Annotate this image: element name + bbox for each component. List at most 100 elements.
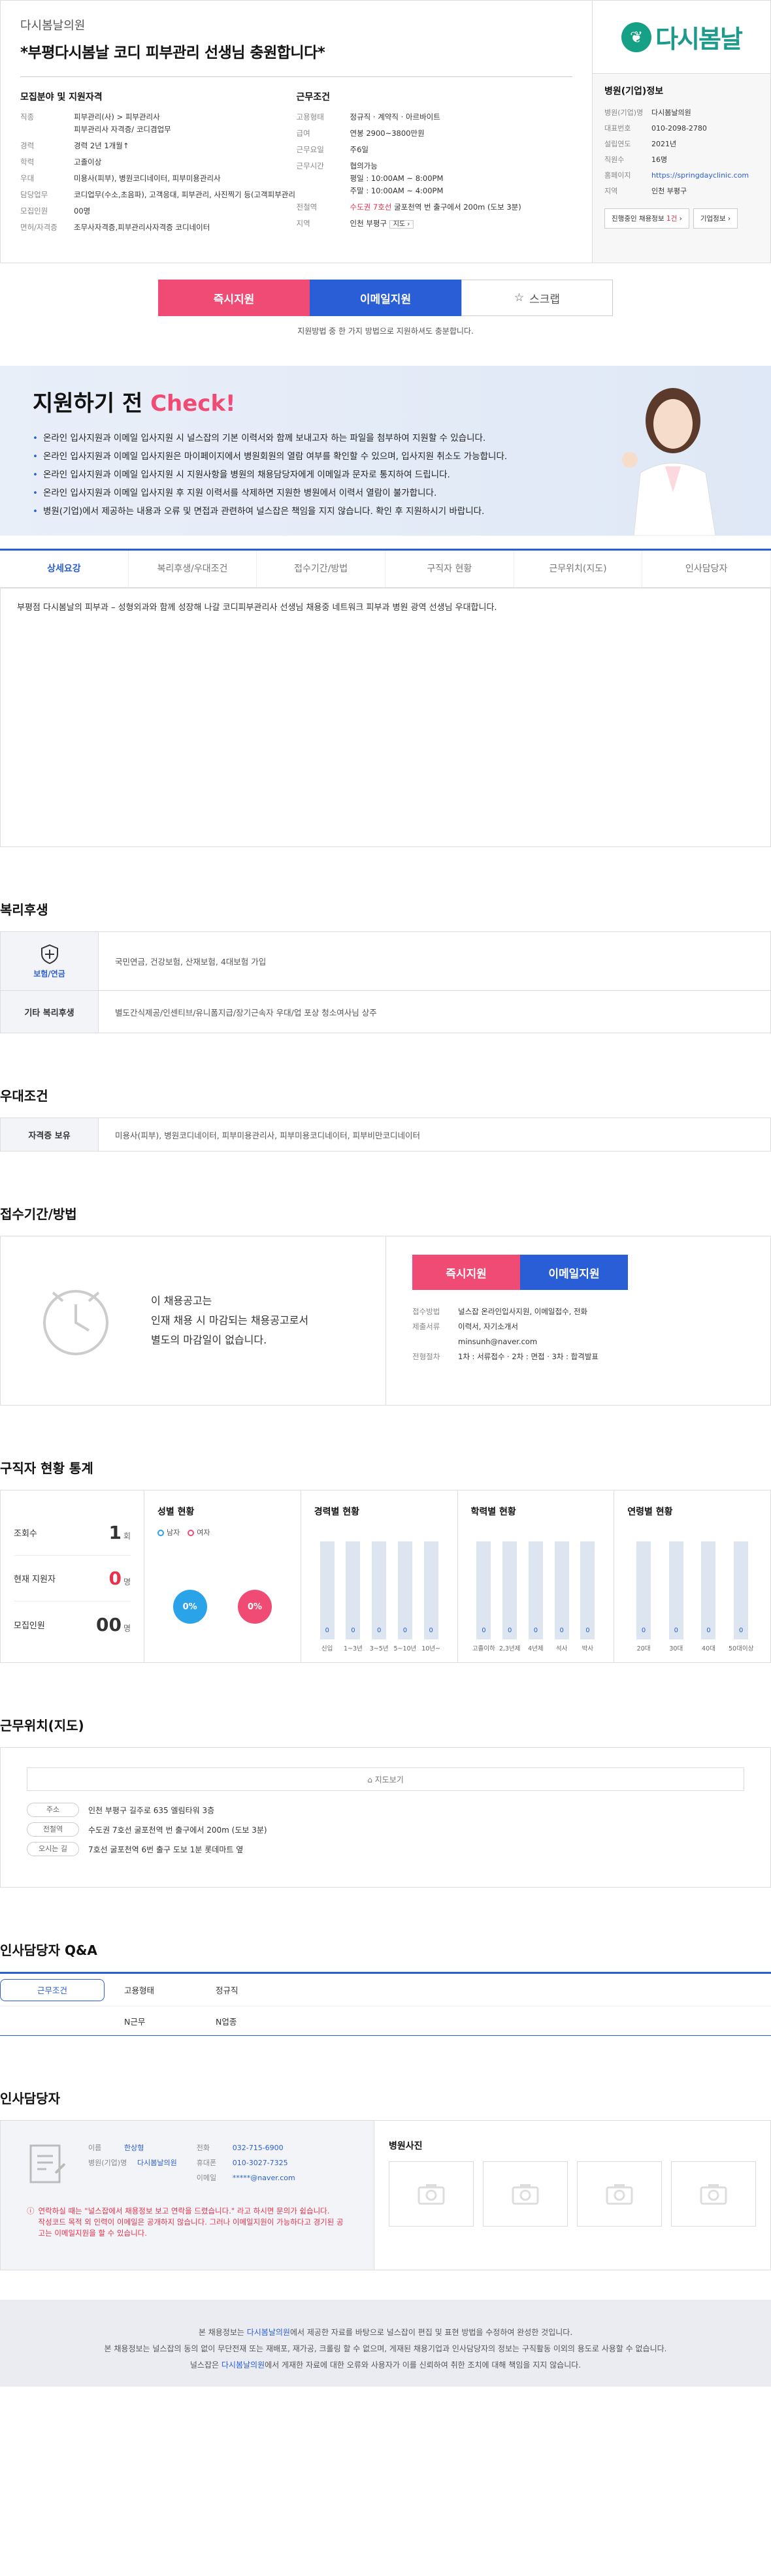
recep-text-1: 이 채용공고는 bbox=[151, 1295, 212, 1307]
scrap-button[interactable]: ☆ 스크랩 bbox=[461, 280, 613, 316]
recruit-section: 모집분야 및 지원자격 직종 피부관리(사) > 피부관리사 피부관리사 자격증/… bbox=[20, 90, 297, 238]
map-view-button[interactable]: ⌂ 지도보기 bbox=[27, 1767, 744, 1791]
work-heading: 근무조건 bbox=[296, 92, 331, 103]
footer-notice: 본 채용정보는 다시봄날의원에서 제공한 자료를 바탕으로 널스잡이 편집 및 … bbox=[0, 2300, 771, 2387]
contact-warning: ⓘ 연락하실 때는 "널스잡에서 채용정보 보고 연락을 드렸습니다." 라고 하… bbox=[27, 2206, 344, 2238]
qa-tab-work[interactable]: 근무조건 bbox=[0, 1978, 105, 2001]
stat-bar-label: 2,3년제 bbox=[499, 1645, 521, 1652]
company-row: 대표번호 010-2098-2780 bbox=[604, 121, 759, 137]
company-row: 병원(기업)명 다시봄날의원 bbox=[604, 105, 759, 121]
company-row: 직원수 16명 bbox=[604, 152, 759, 168]
recruit-value: 고졸이상 bbox=[74, 157, 102, 167]
hospital-photo[interactable] bbox=[577, 2161, 662, 2227]
area-label: 지역 bbox=[296, 219, 310, 228]
stat-bar-value: 0 bbox=[325, 1627, 329, 1634]
station-value: 굴포천역 번 출구에서 200m (도보 3분) bbox=[394, 202, 521, 212]
reception-box: 이 채용공고는 인재 채용 시 마감되는 채용공고로서 별도의 마감일이 없습니… bbox=[0, 1236, 771, 1406]
star-icon: ☆ bbox=[514, 291, 525, 304]
recep-email-apply-button[interactable]: 이메일지원 bbox=[520, 1255, 628, 1290]
edu-stats: 학력별 현황 0 고졸이하 0 2,3년제 0 4년제 0 석사 0 박사 bbox=[458, 1490, 615, 1662]
doctor-illustration bbox=[622, 388, 716, 536]
stat-bar-label: 4년제 bbox=[528, 1645, 544, 1652]
manager-box: 이름 한상형 병원(기업)명 다시봄날의원 전화 032-715-6900 휴대폰 01… bbox=[0, 2120, 771, 2270]
company-info-button[interactable]: 기업정보 › bbox=[693, 208, 738, 229]
stat-bar-value: 0 bbox=[738, 1627, 744, 1634]
company-value: 16명 bbox=[651, 155, 668, 164]
hospital-photo[interactable] bbox=[671, 2161, 756, 2227]
recep-title: 접수기간/방법 bbox=[0, 1206, 77, 1222]
recep-label: 접수방법 bbox=[412, 1307, 440, 1316]
days-value: 주6일 bbox=[350, 145, 369, 154]
stat-bar-value: 0 bbox=[351, 1627, 355, 1634]
camera-icon bbox=[512, 2184, 539, 2205]
hospital-photo[interactable] bbox=[389, 2161, 474, 2227]
stat-bar-value: 0 bbox=[402, 1627, 408, 1634]
qa-title: 인사담당자 Q&A bbox=[0, 1942, 97, 1958]
stat-bar: 0 10년~ bbox=[421, 1541, 440, 1652]
career-stats: 경력별 현황 0 신입 0 1~3년 0 3~5년 0 5~10년 0 10년~ bbox=[301, 1490, 458, 1662]
job-main-info: 다시봄날의원 *부평다시봄날 코디 피부관리 선생님 충원합니다* 모집분야 및… bbox=[1, 1, 593, 263]
company-label: 병원(기업)명 bbox=[604, 108, 644, 117]
location-value: 수도권 7호선 굴포천역 번 출구에서 200m (도보 3분) bbox=[88, 1825, 267, 1835]
hospital-name[interactable]: 다시봄날의원 bbox=[20, 16, 572, 33]
stat-bar-label: 50대이상 bbox=[729, 1645, 754, 1652]
tab-item[interactable]: 인사담당자 bbox=[642, 551, 771, 587]
company-row: 설립연도 2021년 bbox=[604, 137, 759, 152]
recep-text-2: 인재 채용 시 마감되는 채용공고로서 bbox=[151, 1314, 309, 1327]
recruit-value: 00명 bbox=[74, 206, 91, 216]
stat-bar-value: 0 bbox=[376, 1627, 382, 1634]
manager-org: 다시봄날의원 bbox=[137, 2159, 177, 2167]
stat-bar: 0 4년제 bbox=[528, 1541, 544, 1652]
apply-buttons: 즉시지원 이메일지원 ☆ 스크랩 bbox=[0, 280, 771, 316]
stat-bar: 0 2,3년제 bbox=[499, 1541, 520, 1652]
stats-box: 조회수 1 회 현재 지원자 0 명 모집인원 00 명 성별 현황 남자 여자 0% 0% 경… bbox=[0, 1490, 771, 1663]
loc-title: 근무위치(지도) bbox=[0, 1718, 84, 1733]
manager-mobile[interactable]: 010-3027-7325 bbox=[233, 2155, 288, 2170]
qa-cell-2: N업종 bbox=[216, 2016, 237, 2027]
hospital-photo[interactable] bbox=[483, 2161, 568, 2227]
recep-value: 이력서, 자기소개서 minsunh@naver.com bbox=[458, 1322, 538, 1346]
recruit-value: 경력 2년 1개월↑ bbox=[74, 141, 129, 150]
job-title: *부평다시봄날 코디 피부관리 선생님 충원합니다* bbox=[20, 40, 572, 77]
manager-phone[interactable]: 032-715-6900 bbox=[233, 2140, 284, 2155]
location-box: ⌂ 지도보기 주소 인천 부평구 길주로 635 엘림타워 3층 전철역 수도권 7호… bbox=[0, 1747, 771, 1888]
tab-item[interactable]: 근무위치(지도) bbox=[514, 551, 643, 587]
company-value: 인천 부평구 bbox=[651, 187, 687, 195]
station-label: 전철역 bbox=[296, 202, 318, 212]
company-value[interactable]: https://springdayclinic.com bbox=[651, 168, 749, 184]
email-apply-button[interactable]: 이메일지원 bbox=[310, 280, 461, 316]
stat-bar-label: 신입 bbox=[321, 1645, 333, 1652]
apply-now-button[interactable]: 즉시지원 bbox=[158, 280, 310, 316]
location-row: 전철역 수도권 7호선 굴포천역 번 출구에서 200m (도보 3분) bbox=[27, 1820, 744, 1839]
company-label: 지역 bbox=[604, 187, 618, 195]
area-map-button[interactable]: 지도 › bbox=[389, 220, 414, 229]
logo-text: 다시봄날 bbox=[655, 25, 743, 54]
footer-line-3: 널스잡은 다시봄날의원에서 게재한 자료에 대한 오류와 사용자가 이를 신뢰하… bbox=[189, 2360, 582, 2370]
recruit-row: 우대 미용사(피부), 병원코디네이터, 피부미용관리사 bbox=[20, 172, 297, 185]
alert-icon: ⓘ bbox=[27, 2206, 35, 2215]
camera-icon bbox=[606, 2184, 633, 2205]
ongoing-jobs-button[interactable]: 진행중인 채용정보 1건 › bbox=[604, 208, 689, 229]
tab-item[interactable]: 접수기간/방법 bbox=[257, 551, 386, 587]
stat-bar-value: 0 bbox=[559, 1627, 564, 1634]
company-heading: 병원(기업)정보 bbox=[604, 86, 664, 97]
apply-note: 지원방법 중 한 가지 방법으로 지원하셔도 충분합니다. bbox=[297, 327, 474, 336]
tab-item[interactable]: 상세요강 bbox=[0, 551, 129, 587]
recep-apply-now-button[interactable]: 즉시지원 bbox=[412, 1255, 520, 1290]
emp-type-1: 정규직 bbox=[350, 112, 371, 121]
stat-bar: 0 40대 bbox=[701, 1541, 716, 1652]
company-label: 직원수 bbox=[604, 155, 625, 164]
tab-item[interactable]: 복리후생/우대조건 bbox=[129, 551, 257, 587]
stat-bar-value: 0 bbox=[429, 1627, 433, 1634]
clock-icon bbox=[43, 1290, 108, 1355]
recruit-heading: 모집분야 및 지원자격 bbox=[20, 92, 103, 103]
company-info-panel: ❦ 다시봄날 병원(기업)정보 병원(기업)명 다시봄날의원 대표번호 010-209… bbox=[593, 1, 770, 263]
manager-email[interactable]: *****@naver.com bbox=[233, 2170, 295, 2185]
other-welfare-value: 별도간식제공/인센티브/유니폼지급/장기근속자 우대/업 포상 청소여사님 상주 bbox=[115, 1007, 377, 1018]
tab-item[interactable]: 구직자 현황 bbox=[386, 551, 514, 587]
location-row: 주소 인천 부평구 길주로 635 엘림타워 3층 bbox=[27, 1800, 744, 1820]
stat-bar: 0 5~10년 bbox=[393, 1541, 416, 1652]
photo-heading: 병원사진 bbox=[389, 2141, 423, 2151]
pref-title: 우대조건 bbox=[0, 1088, 48, 1104]
recruit-label: 모집인원 bbox=[20, 206, 48, 216]
